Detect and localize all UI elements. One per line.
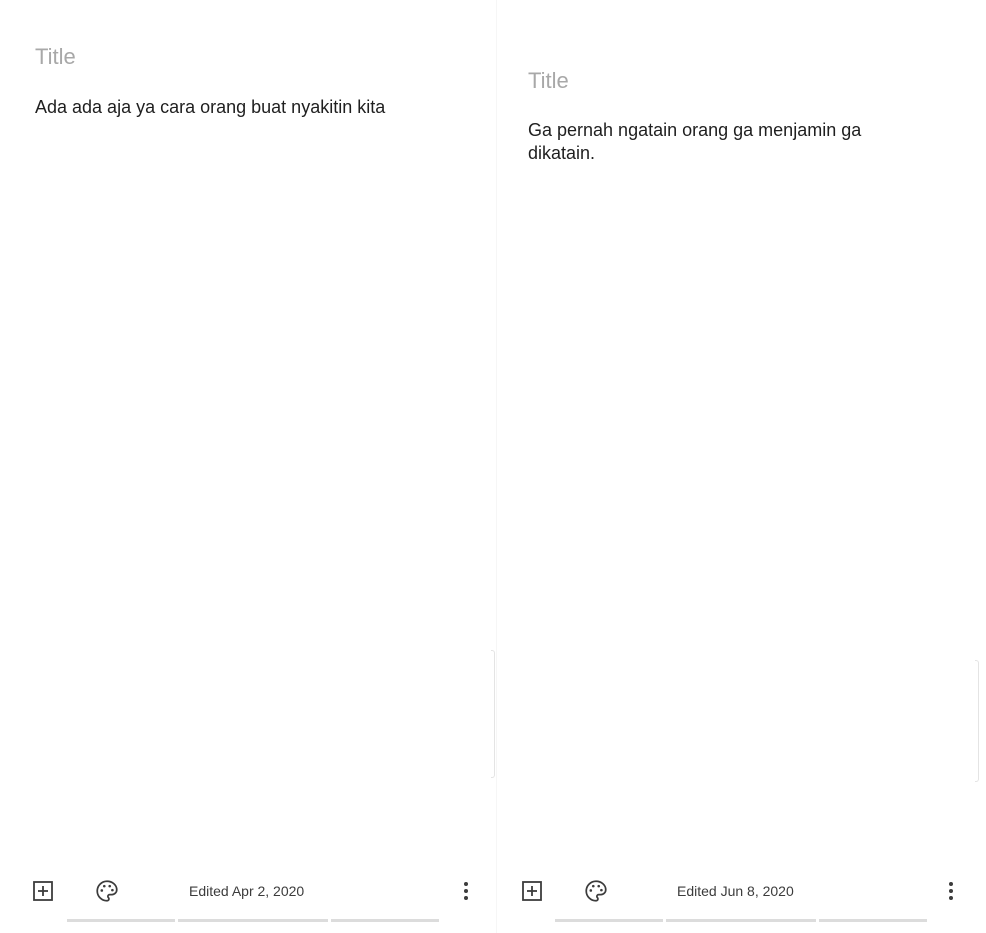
add-button[interactable] [517, 876, 547, 906]
scrollbar[interactable] [491, 650, 495, 778]
edited-timestamp: Edited Jun 8, 2020 [677, 883, 794, 899]
note-bottom-toolbar: Edited Apr 2, 2020 [0, 866, 497, 916]
note-title-field[interactable]: Title [35, 44, 76, 70]
note-editor-right: Title Ga pernah ngatain orang ga menjami… [497, 0, 986, 933]
add-box-icon [522, 881, 542, 901]
add-box-icon [33, 881, 53, 901]
palette-icon [96, 880, 118, 902]
more-vert-icon [949, 882, 953, 900]
edited-timestamp: Edited Apr 2, 2020 [189, 883, 305, 899]
add-button[interactable] [28, 876, 58, 906]
palette-button[interactable] [92, 876, 122, 906]
palette-button[interactable] [581, 876, 611, 906]
more-options-button[interactable] [936, 876, 966, 906]
scrollbar[interactable] [975, 660, 979, 782]
note-bottom-toolbar: Edited Jun 8, 2020 [497, 866, 986, 916]
gesture-bar [555, 919, 927, 922]
more-options-button[interactable] [451, 876, 481, 906]
gesture-bar [67, 919, 439, 922]
more-vert-icon [464, 882, 468, 900]
note-body-field[interactable]: Ga pernah ngatain orang ga menjamin ga d… [528, 119, 928, 165]
palette-icon [585, 880, 607, 902]
note-body-field[interactable]: Ada ada aja ya cara orang buat nyakitin … [35, 96, 475, 119]
screen: Title Ada ada aja ya cara orang buat nya… [0, 0, 986, 933]
note-editor-left: Title Ada ada aja ya cara orang buat nya… [0, 0, 497, 933]
note-title-field[interactable]: Title [528, 68, 569, 94]
